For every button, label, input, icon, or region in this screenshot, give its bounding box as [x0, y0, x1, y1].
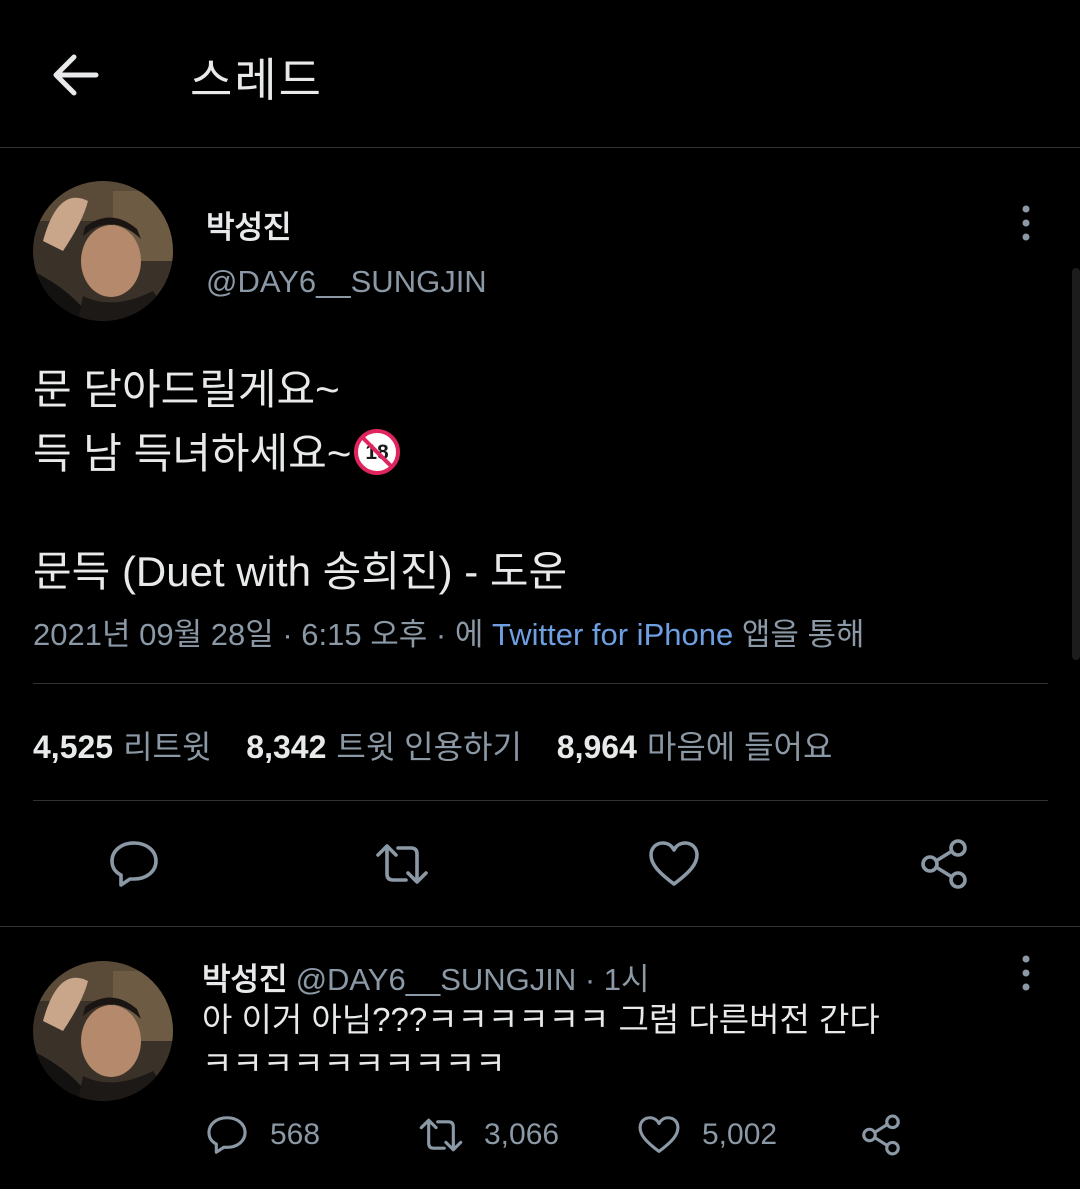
reply-icon: [110, 841, 158, 887]
reply-display-name[interactable]: 박성진: [202, 962, 288, 997]
retweet-icon: [376, 844, 428, 884]
share-button[interactable]: [916, 836, 972, 892]
tweet-text-fragment: 득 남 득녀하세요~: [33, 430, 352, 477]
top-bar: 스레드: [0, 0, 1080, 148]
more-options-button[interactable]: [1016, 203, 1036, 243]
source-link[interactable]: Twitter for iPhone: [492, 617, 733, 652]
profile-photo: [33, 181, 173, 321]
reply-like-button[interactable]: 5,002: [636, 1110, 777, 1160]
divider: [33, 800, 1048, 801]
reply-count: 568: [270, 1118, 321, 1151]
like-button[interactable]: [646, 836, 702, 892]
tweet-text: 문 닫아드릴게요~ 득 남 득녀하세요~ 18 문득 (Duet with 송희…: [33, 358, 1033, 604]
heart-icon: [638, 1116, 680, 1153]
reply-text: 아 이거 아님???ㅋㅋㅋㅋㅋㅋ 그럼 다른버전 간다 ㅋㅋㅋㅋㅋㅋㅋㅋㅋㅋ: [202, 998, 1002, 1086]
arrow-left-icon: [53, 54, 99, 96]
tweet-meta: 2021년 09월 28일 · 6:15 오후 · 에 Twitter for …: [33, 609, 865, 654]
reply-share-button[interactable]: [858, 1110, 904, 1160]
reply-reply-button[interactable]: 568: [204, 1110, 320, 1160]
reply-retweet-button[interactable]: 3,066: [418, 1110, 559, 1160]
like-count-link[interactable]: 8,964 마음에 들어요: [557, 722, 833, 768]
retweet-count: 4,525: [33, 729, 114, 765]
separator: ·: [427, 617, 455, 652]
heart-icon: [649, 841, 699, 886]
retweet-button[interactable]: [374, 836, 430, 892]
retweet-label: 리트윗: [123, 729, 212, 765]
quote-count-link[interactable]: 8,342 트윗 인용하기: [246, 722, 522, 768]
scrollbar[interactable]: [1072, 268, 1080, 660]
like-label: 마음에 들어요: [646, 729, 833, 765]
profile-photo: [33, 961, 173, 1101]
tweet-text-line: 문득 (Duet with 송희진) - 도운: [33, 548, 568, 595]
like-count: 8,964: [556, 729, 637, 765]
tweet-text-line: 득 남 득녀하세요~ 18: [33, 422, 1033, 486]
display-name[interactable]: 박성진: [206, 202, 292, 247]
reply-handle-time[interactable]: @DAY6__SUNGJIN · 1시: [296, 962, 650, 997]
tweet-date[interactable]: 2021년 09월 28일: [33, 617, 274, 652]
tweet-time[interactable]: 6:15 오후: [301, 617, 427, 652]
reply-text-line: 아 이거 아님???ㅋㅋㅋㅋㅋㅋ 그럼 다른버전 간다: [202, 1001, 880, 1038]
user-handle[interactable]: @DAY6__SUNGJIN: [206, 264, 487, 300]
reply-text-line: ㅋㅋㅋㅋㅋㅋㅋㅋㅋㅋ: [202, 1045, 506, 1082]
reply-header: 박성진 @DAY6__SUNGJIN · 1시: [202, 954, 650, 999]
via-prefix: 에: [454, 617, 492, 652]
avatar[interactable]: [33, 961, 173, 1101]
more-vertical-icon: [1022, 955, 1030, 991]
page-title: 스레드: [190, 54, 323, 106]
tweet-text-line: 문 닫아드릴게요~: [33, 366, 340, 413]
share-icon: [862, 1114, 900, 1156]
no-under-18-icon: 18: [354, 429, 401, 475]
reply-icon: [207, 1116, 247, 1154]
divider: [0, 926, 1080, 927]
retweet-count: 3,066: [484, 1118, 560, 1151]
separator: ·: [273, 617, 302, 652]
like-count: 5,002: [702, 1118, 778, 1151]
reply-more-options-button[interactable]: [1016, 953, 1036, 993]
divider: [33, 683, 1048, 684]
via-suffix: 앱을 통해: [733, 617, 865, 652]
back-button[interactable]: [48, 50, 100, 100]
avatar[interactable]: [33, 181, 173, 321]
quote-label: 트윗 인용하기: [336, 729, 522, 765]
retweet-icon: [419, 1118, 463, 1152]
quote-count: 8,342: [246, 729, 327, 765]
retweet-count-link[interactable]: 4,525 리트윗: [33, 722, 211, 768]
reply-button[interactable]: [106, 836, 162, 892]
share-icon: [921, 839, 967, 889]
tweet-stats: 4,525 리트윗 8,342 트윗 인용하기 8,964 마음에 들어요: [33, 722, 858, 768]
more-vertical-icon: [1022, 205, 1030, 241]
